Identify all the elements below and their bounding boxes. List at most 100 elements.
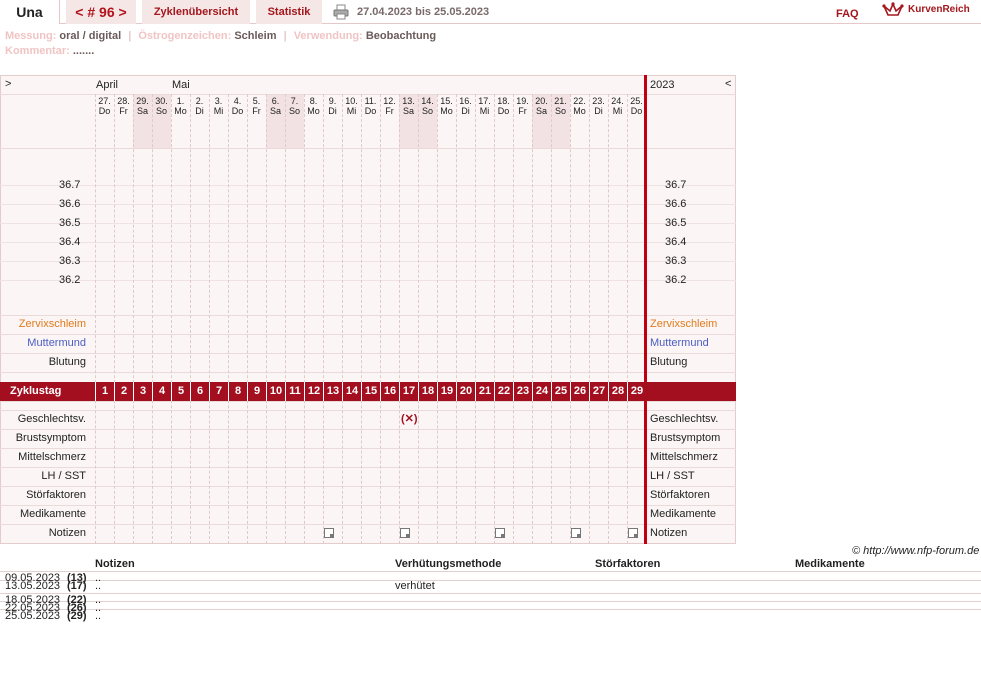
day-header[interactable]: 17. Mi [475, 96, 494, 116]
day-header[interactable]: 5. Fr [247, 96, 266, 116]
cycle-day-number: 27 [589, 382, 608, 401]
day-weekday: Do [364, 106, 377, 116]
note-icon[interactable] [495, 528, 505, 538]
day-grid-line [247, 94, 248, 544]
day-header[interactable]: 13. Sa [399, 96, 418, 116]
day-header[interactable]: 12. Fr [380, 96, 399, 116]
table-header: Notizen [95, 558, 135, 570]
cycle-day-number: 19 [437, 382, 456, 401]
note-icon[interactable] [400, 528, 410, 538]
day-grid-line [152, 94, 153, 544]
day-date: 21. [554, 96, 567, 106]
day-date: 28. [117, 96, 130, 106]
user-name: Una [0, 0, 60, 24]
row-label-left: LH / SST [41, 470, 86, 482]
row-label-left: Medikamente [19, 508, 86, 520]
day-header[interactable]: 29. Sa [133, 96, 152, 116]
day-header[interactable]: 8. Mo [304, 96, 323, 116]
day-grid-line [418, 94, 419, 544]
day-header[interactable]: 9. Di [323, 96, 342, 116]
day-date: 30. [155, 96, 168, 106]
day-header[interactable]: 7. So [285, 96, 304, 116]
table-row[interactable]: 13.05.2023 (17).. verhütet [0, 580, 981, 592]
row-cycle-day: (17) [67, 580, 87, 592]
day-weekday: Do [98, 106, 111, 116]
grid-line [0, 524, 736, 525]
day-header[interactable]: 4. Do [228, 96, 247, 116]
temperature-label-left: 36.7 [59, 179, 81, 191]
day-date: 27. [98, 96, 111, 106]
cycle-navigator[interactable]: < # 96 > [66, 0, 136, 24]
estrogen-label: Östrogenzeichen: [138, 30, 232, 42]
day-header[interactable]: 24. Mi [608, 96, 627, 116]
temperature-label-left: 36.4 [59, 236, 81, 248]
day-header[interactable]: 14. So [418, 96, 437, 116]
day-header[interactable]: 1. Mo [171, 96, 190, 116]
day-weekday: So [155, 106, 167, 116]
print-icon[interactable] [333, 4, 349, 20]
day-header[interactable]: 18. Do [494, 96, 513, 116]
day-date: 12. [383, 96, 396, 106]
day-header[interactable]: 3. Mi [209, 96, 228, 116]
grid-line [0, 148, 736, 149]
month-april: April [96, 79, 119, 91]
table-header: Störfaktoren [595, 558, 661, 570]
row-label-right: Geschlechtsv. [650, 413, 719, 425]
day-header[interactable]: 30. So [152, 96, 171, 116]
table-header: Verhütungsmethode [395, 558, 502, 570]
day-grid-line [437, 94, 438, 544]
scroll-left-arrow[interactable]: > [5, 78, 11, 90]
top-bar: Una < # 96 > Zyklenübersicht Statistik 2… [0, 0, 981, 24]
day-weekday: Mi [213, 106, 224, 116]
day-weekday: Mo [573, 106, 586, 116]
day-header[interactable]: 28. Fr [114, 96, 133, 116]
day-header[interactable]: 6. Sa [266, 96, 285, 116]
day-header[interactable]: 19. Fr [513, 96, 532, 116]
intercourse-mark[interactable]: (✕) [401, 412, 418, 425]
day-weekday: Do [630, 106, 643, 116]
day-header[interactable]: 23. Di [589, 96, 608, 116]
day-grid-line [532, 94, 533, 544]
year-label: 2023 [650, 79, 675, 91]
day-weekday: Sa [402, 106, 414, 116]
day-header[interactable]: 16. Di [456, 96, 475, 116]
day-header[interactable]: 15. Mo [437, 96, 456, 116]
day-header[interactable]: 27. Do [95, 96, 114, 116]
date-range: 27.04.2023 bis 25.05.2023 [357, 6, 490, 18]
cycle-chart: > < April Mai 2023 27. Do 28. Fr 29. Sa 30. So 1. Mo 2.… [0, 75, 736, 545]
day-header[interactable]: 22. Mo [570, 96, 589, 116]
crown-logo-icon [882, 2, 904, 16]
row-label-right: Medikamente [650, 508, 717, 520]
row-label-right: Zervixschleim [650, 318, 718, 330]
day-header[interactable]: 20. Sa [532, 96, 551, 116]
row-label-right: Brustsymptom [650, 432, 721, 444]
tab-statistics[interactable]: Statistik [256, 0, 322, 24]
day-weekday: Fr [252, 106, 261, 116]
day-header[interactable]: 10. Mi [342, 96, 361, 116]
cycle-day-number: 3 [133, 382, 152, 401]
note-icon[interactable] [628, 528, 638, 538]
faq-link[interactable]: FAQ [836, 2, 859, 26]
table-row[interactable]: 25.05.2023 (29).. [0, 610, 981, 622]
logo-text: KurvenReich [908, 4, 970, 15]
temperature-line [0, 261, 736, 262]
day-header[interactable]: 21. So [551, 96, 570, 116]
note-icon[interactable] [324, 528, 334, 538]
tab-cycle-overview[interactable]: Zyklenübersicht [142, 0, 250, 24]
cycle-day-number: 24 [532, 382, 551, 401]
day-weekday: Di [461, 106, 470, 116]
logo[interactable]: KurvenReich [880, 0, 981, 24]
cycle-day-number: 16 [380, 382, 399, 401]
day-weekday: Mo [174, 106, 187, 116]
day-header[interactable]: 11. Do [361, 96, 380, 116]
scroll-right-arrow[interactable]: < [725, 78, 731, 90]
day-header[interactable]: 2. Di [190, 96, 209, 116]
day-date: 23. [592, 96, 605, 106]
note-icon[interactable] [571, 528, 581, 538]
day-header[interactable]: 25. Do [627, 96, 646, 116]
day-weekday: Fr [119, 106, 128, 116]
measurement-label: Messung: [5, 30, 57, 42]
credit-link[interactable]: © http://www.nfp-forum.de [852, 545, 979, 557]
row-cycle-day: (29) [67, 610, 87, 622]
cycle-day-number: 21 [475, 382, 494, 401]
